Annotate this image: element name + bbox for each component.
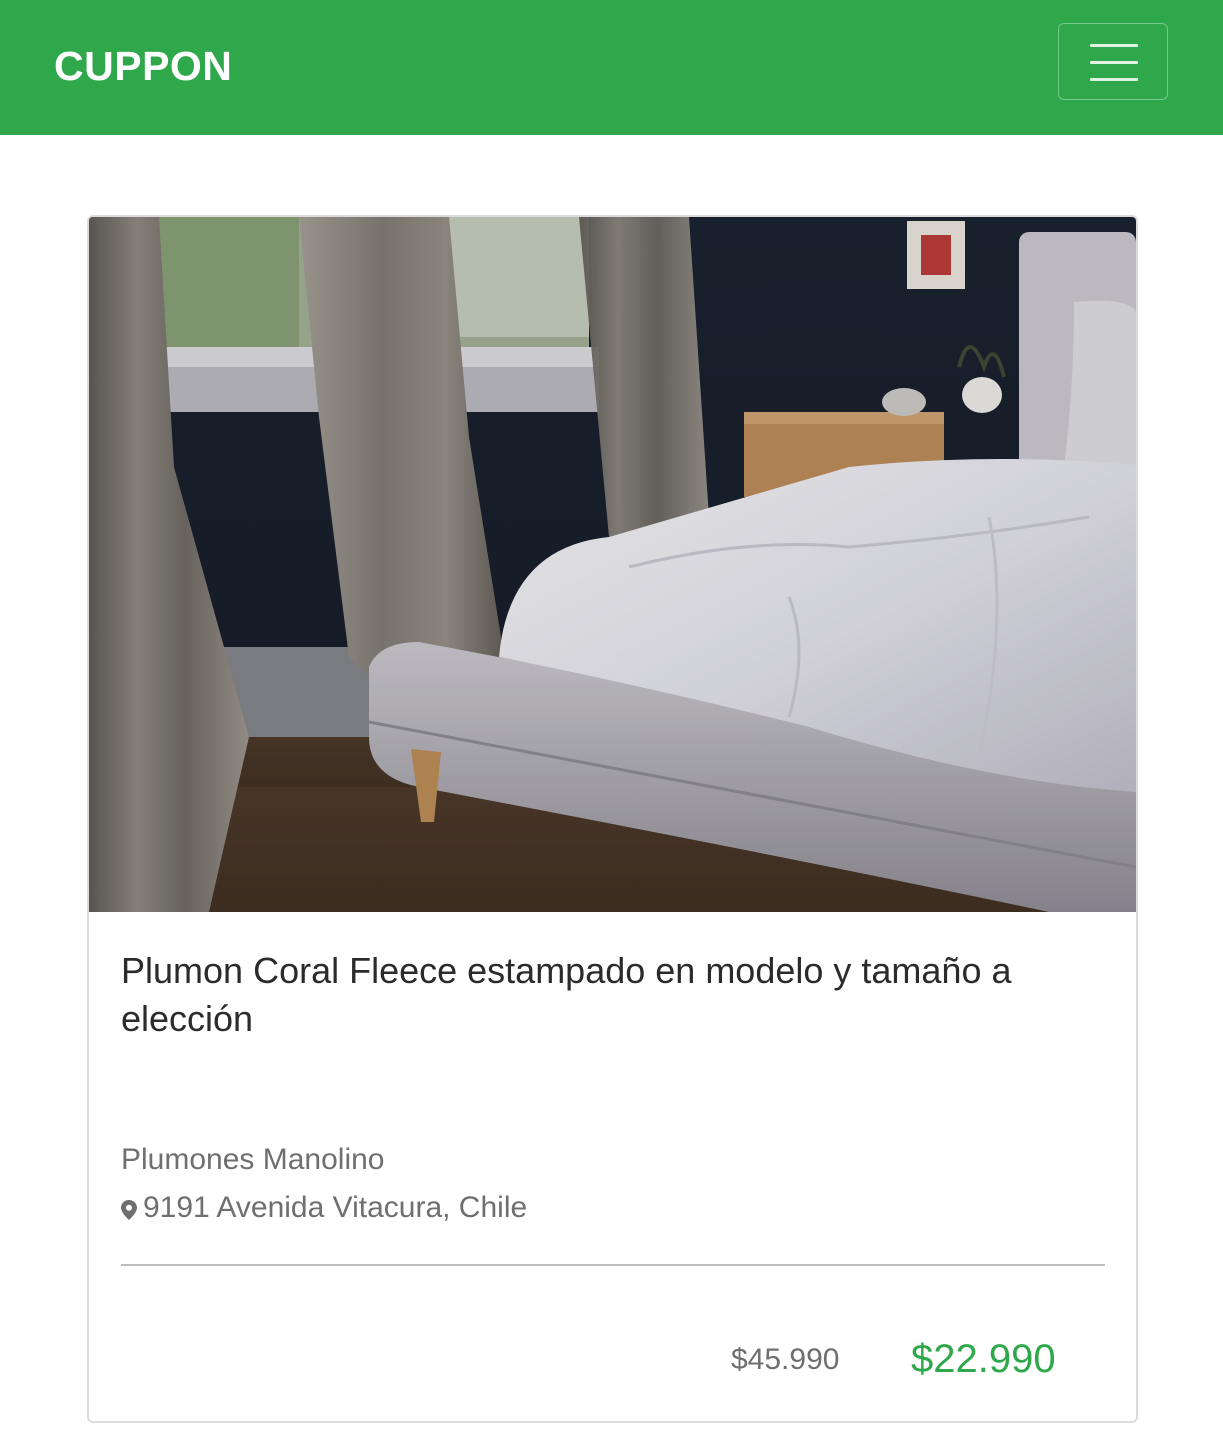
original-price: $45.990: [731, 1343, 840, 1376]
menu-toggle-button[interactable]: [1058, 23, 1168, 100]
address-text: 9191 Avenida Vitacura, Chile: [143, 1191, 528, 1224]
merchant-name: Plumones Manolino: [121, 1143, 385, 1176]
map-marker-icon: [121, 1200, 137, 1220]
hamburger-menu-icon-bar: [1090, 61, 1138, 64]
hamburger-menu-icon-bar: [1090, 44, 1138, 47]
brand-logo[interactable]: CUPPON: [54, 42, 232, 90]
deal-title[interactable]: Plumon Coral Fleece estampado en modelo …: [121, 947, 1111, 1043]
deal-image[interactable]: [89, 217, 1136, 912]
navbar: CUPPON: [0, 0, 1223, 135]
deal-card[interactable]: Plumon Coral Fleece estampado en modelo …: [87, 215, 1138, 1423]
divider: [121, 1264, 1105, 1266]
hamburger-menu-icon-bar: [1090, 78, 1138, 81]
sale-price: $22.990: [911, 1337, 1056, 1381]
deal-address: 9191 Avenida Vitacura, Chile: [121, 1189, 527, 1227]
